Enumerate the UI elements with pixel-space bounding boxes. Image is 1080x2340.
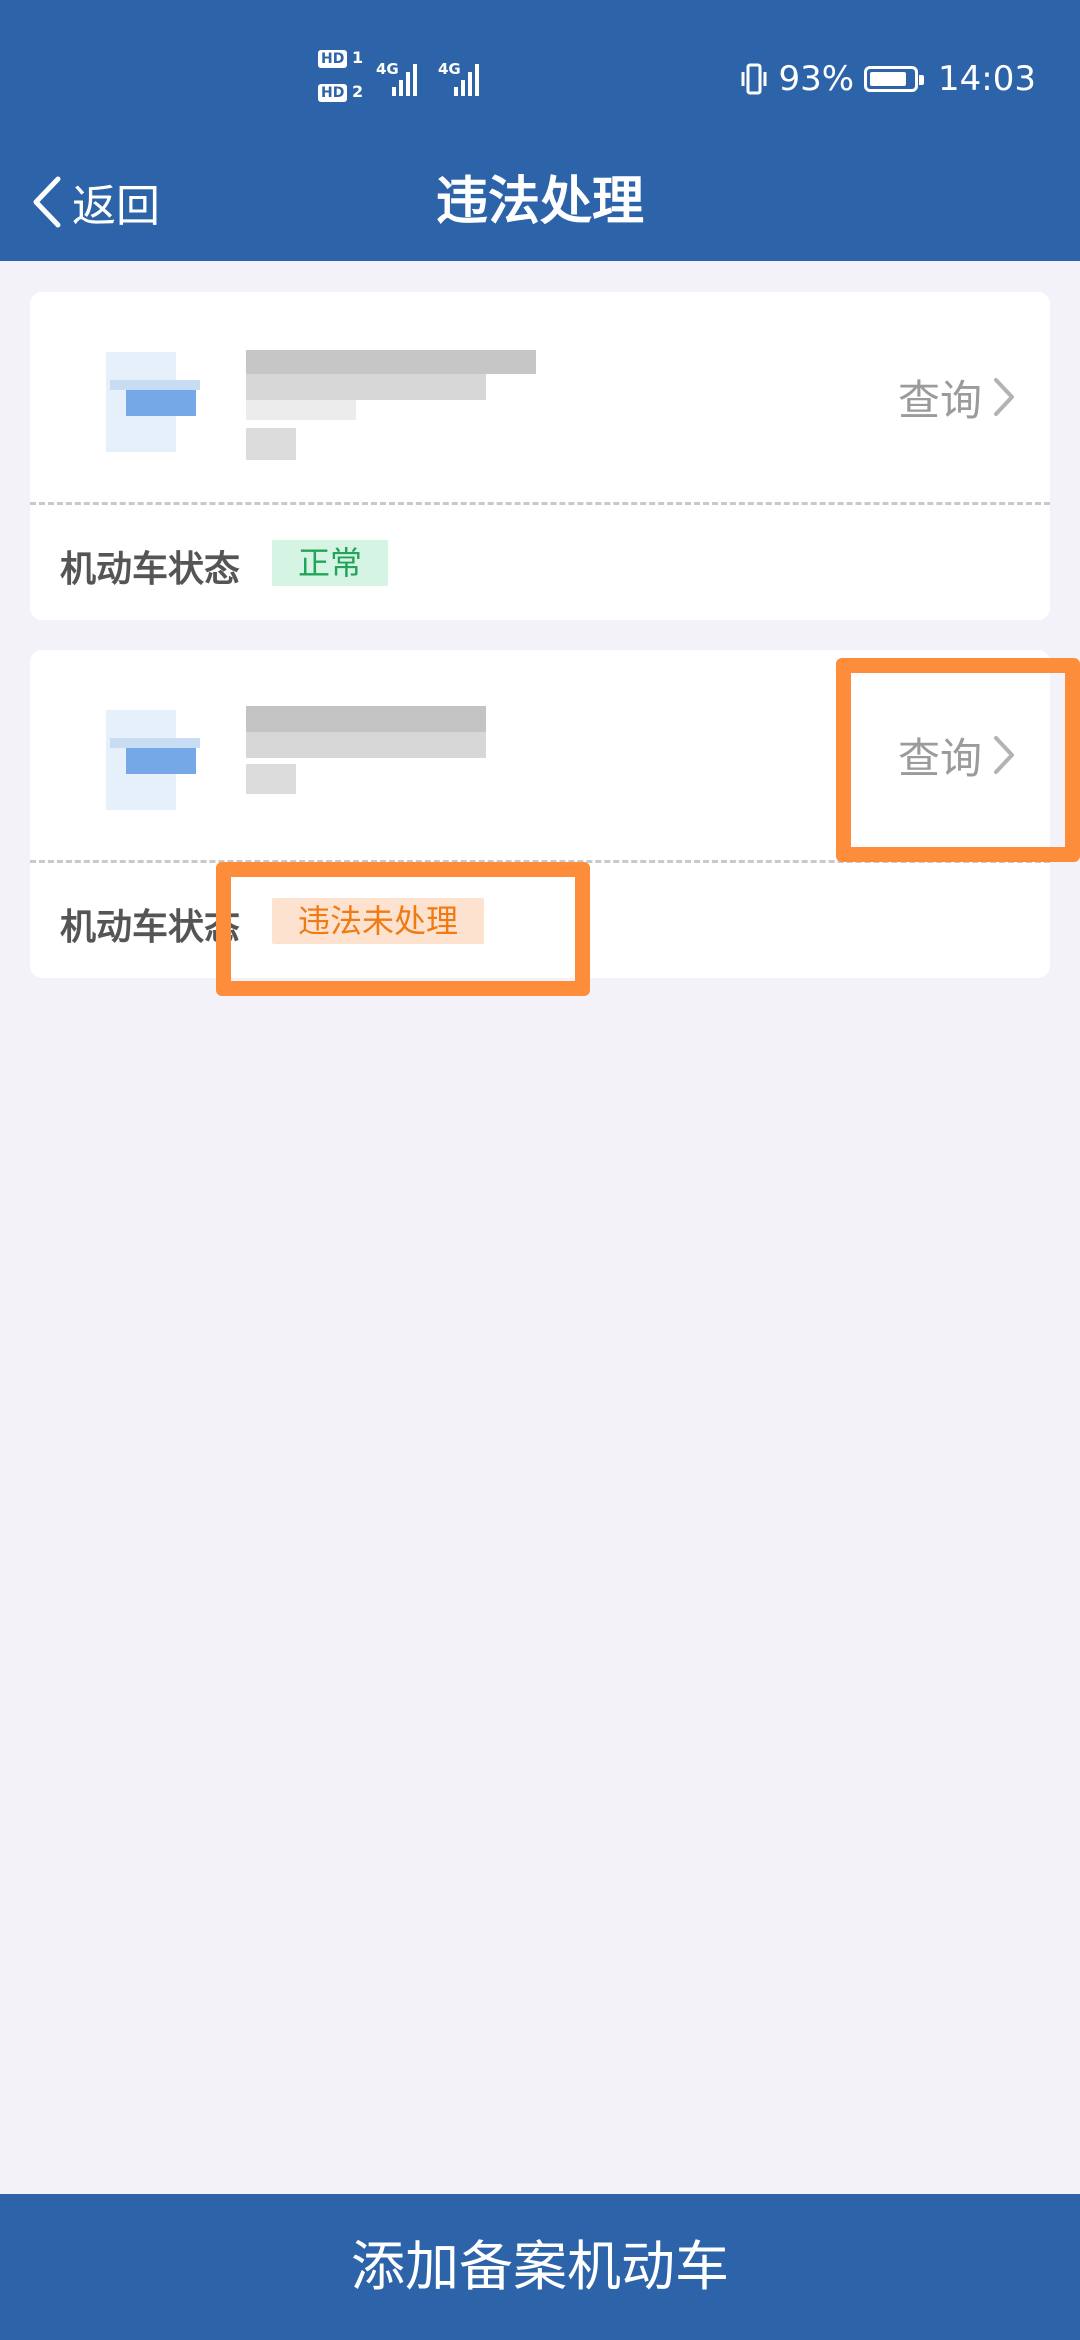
status-right: 93% 14:03: [740, 54, 1036, 104]
highlight-query-box: [836, 658, 1080, 862]
signal-icon: [454, 60, 479, 96]
dashed-divider: [30, 502, 1050, 505]
sim1-number: 1: [352, 48, 364, 67]
nav-bar: 返回 违法处理: [0, 155, 1080, 261]
status-bar: HD 1 HD 2 4G 4G 93% 14:03: [0, 0, 1080, 155]
blurred-vehicle-info: [66, 700, 526, 830]
vehicle-status-label: 机动车状态: [60, 907, 241, 948]
sim1-hd-badge: HD: [318, 50, 348, 68]
clock: 14:03: [938, 59, 1036, 99]
query-button[interactable]: 查询: [898, 362, 1016, 432]
vibrate-icon: [740, 62, 768, 96]
highlight-status-box: [216, 862, 590, 996]
vehicle-status-label: 机动车状态: [60, 549, 241, 590]
vehicle-info[interactable]: 查询: [30, 292, 1050, 502]
battery-icon: [864, 66, 925, 92]
query-label: 查询: [897, 375, 982, 425]
signal-icon: [392, 60, 417, 96]
page-title: 违法处理: [435, 172, 644, 232]
sim-signals: HD 1 HD 2 4G 4G: [318, 48, 498, 108]
status-badge: 正常: [272, 540, 389, 586]
vehicle-card: 查询 机动车状态 正常: [30, 292, 1050, 620]
add-vehicle-button[interactable]: 添加备案机动车: [0, 2194, 1080, 2340]
chevron-right-icon: [994, 378, 1014, 416]
battery-percent: 93%: [778, 59, 855, 99]
sim2-hd-badge: HD: [318, 84, 348, 102]
blurred-vehicle-info: [66, 342, 536, 472]
sim2-number: 2: [352, 82, 364, 101]
